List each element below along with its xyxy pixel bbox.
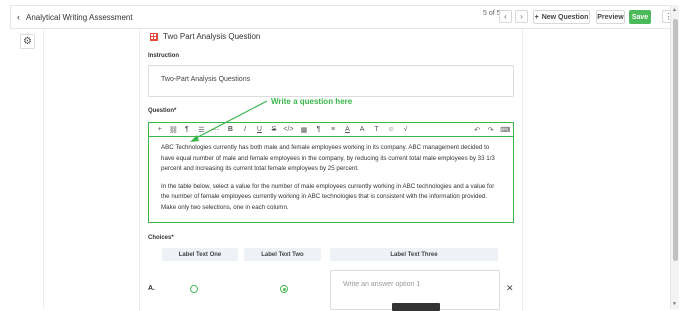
choice-row-label: A.: [148, 285, 155, 292]
new-question-label: New Question: [541, 13, 589, 21]
emoji-icon[interactable]: ☺: [383, 126, 398, 133]
instruction-field[interactable]: Two-Part Analysis Questions: [148, 65, 514, 97]
question-editor-panel: Two Part Analysis Question Instruction T…: [139, 29, 523, 311]
link-icon[interactable]: ⛓: [167, 126, 181, 134]
text-color-icon[interactable]: A: [341, 126, 355, 133]
assessment-title: Analytical Writing Assessment: [26, 12, 133, 22]
redo-icon[interactable]: ↷: [484, 126, 498, 134]
prev-button[interactable]: ‹: [499, 10, 512, 23]
left-rail: ⚙: [10, 29, 44, 309]
code-icon[interactable]: </>: [281, 126, 296, 133]
close-icon[interactable]: ✕: [506, 283, 514, 294]
column-header[interactable]: Label Text One: [162, 248, 238, 261]
pager-text: 5 of 5: [483, 10, 501, 17]
align-icon[interactable]: ≡: [325, 126, 340, 133]
question-type-header: Two Part Analysis Question: [150, 32, 260, 41]
font-size-icon[interactable]: T: [370, 126, 384, 133]
new-question-button[interactable]: + New Question: [533, 10, 590, 24]
column-header[interactable]: Label Text Two: [244, 248, 321, 261]
bold-icon[interactable]: B: [223, 126, 238, 133]
choices-label: Choices*: [148, 235, 174, 241]
back-link[interactable]: ‹ Analytical Writing Assessment: [17, 12, 133, 22]
question-type-label: Two Part Analysis Question: [163, 32, 261, 41]
font-icon[interactable]: A: [354, 126, 369, 133]
editor-toolbar: + ⛓ ¶ ☰ ⋯ B I U S </> ▦ ¶ ≡ A A T ☺ √ ↶ …: [148, 122, 514, 136]
instruction-label: Instruction: [148, 53, 179, 59]
paragraph-format-icon[interactable]: ¶: [312, 126, 326, 133]
scrollbar[interactable]: ▲ ▼: [670, 5, 679, 309]
top-bar: ‹ Analytical Writing Assessment 5 of 5 ‹…: [10, 5, 679, 29]
list-icon[interactable]: ☰: [194, 126, 209, 134]
keyboard-icon[interactable]: ⌨: [498, 126, 513, 134]
preview-button[interactable]: Preview: [596, 10, 625, 24]
paragraph-icon[interactable]: ¶: [180, 126, 194, 133]
next-button[interactable]: ›: [515, 10, 528, 23]
gear-icon[interactable]: ⚙: [20, 34, 35, 49]
table-icon[interactable]: ▦: [296, 126, 311, 134]
scroll-up-icon[interactable]: ▲: [672, 7, 677, 13]
question-label: Question*: [148, 108, 177, 114]
chevron-right-icon: ›: [520, 12, 523, 21]
underline-icon[interactable]: U: [252, 126, 267, 133]
undo-icon[interactable]: ↶: [470, 126, 484, 134]
choice-radio-col2[interactable]: [280, 285, 288, 293]
question-editor[interactable]: ABC Technologies currently has both male…: [148, 136, 514, 223]
grid-icon: [150, 32, 158, 41]
save-button[interactable]: Save: [629, 10, 651, 24]
question-paragraph: In the table below, select a value for t…: [161, 182, 495, 211]
app-window: ‹ Analytical Writing Assessment 5 of 5 ‹…: [0, 0, 688, 311]
add-icon[interactable]: +: [153, 126, 167, 133]
plus-icon: +: [534, 13, 539, 21]
tooltip: [392, 303, 440, 311]
strikethrough-icon[interactable]: S: [267, 126, 281, 133]
math-icon[interactable]: √: [399, 126, 413, 133]
scroll-down-icon[interactable]: ▼: [672, 301, 677, 307]
column-header[interactable]: Label Text Three: [330, 248, 498, 261]
more-icon[interactable]: ⋯: [209, 126, 223, 134]
choice-radio-col1[interactable]: [190, 285, 198, 293]
scroll-thumb[interactable]: [673, 19, 678, 261]
chevron-left-icon: ‹: [17, 12, 20, 22]
question-paragraph: ABC Technologies currently has both male…: [161, 144, 495, 172]
italic-icon[interactable]: I: [238, 126, 252, 133]
annotation-text: Write a question here: [271, 97, 353, 106]
chevron-left-icon: ‹: [504, 12, 507, 21]
